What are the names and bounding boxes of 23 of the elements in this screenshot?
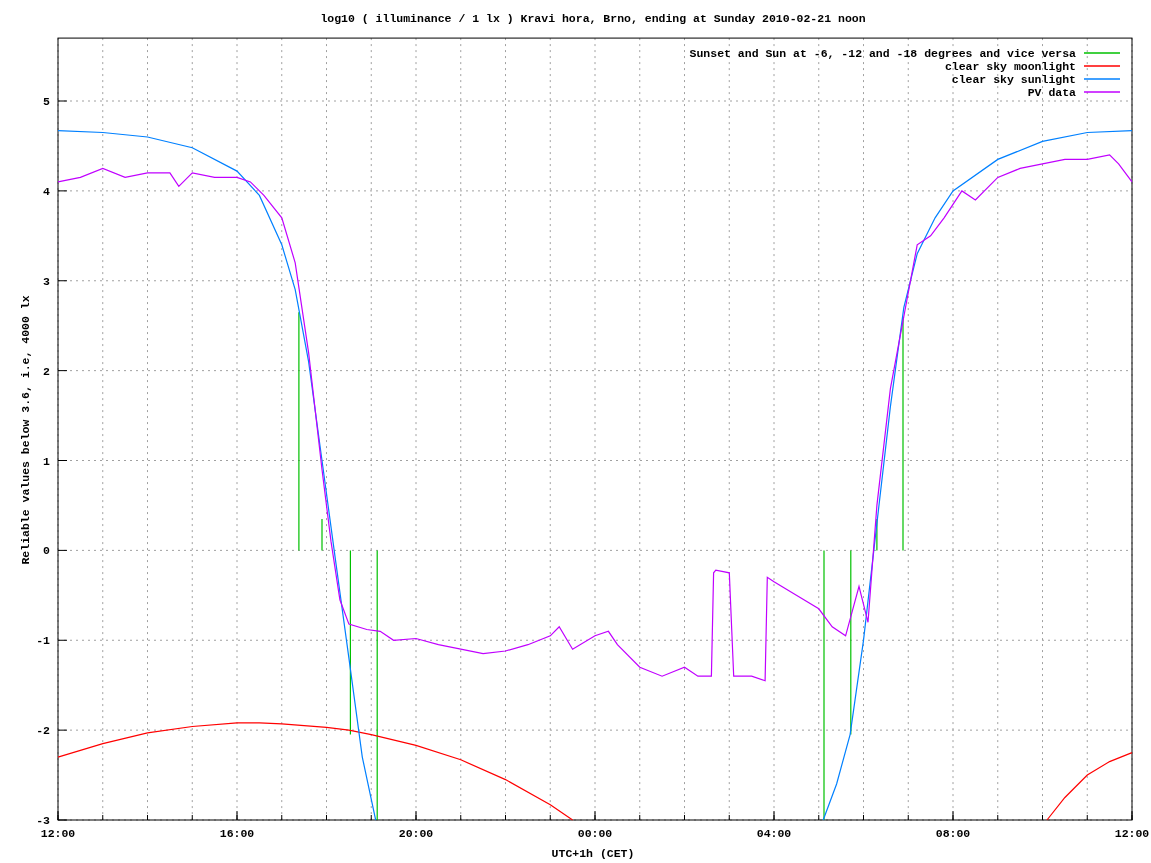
legend-label: clear sky moonlight: [944, 60, 1076, 73]
y-tick-label: -1: [36, 634, 50, 648]
x-tick-label: 04:00: [756, 827, 792, 840]
y-tick-label: 5: [43, 95, 50, 108]
y-tick-label: 1: [43, 454, 50, 468]
x-axis-label: UTC+1h (CET): [551, 847, 635, 860]
x-tick-label: 08:00: [935, 827, 971, 840]
y-tick-label: -2: [36, 724, 50, 738]
x-tick-label: 20:00: [398, 827, 434, 840]
y-tick-label: 3: [43, 274, 50, 288]
x-tick-label: 00:00: [577, 827, 613, 840]
y-tick-label: -3: [36, 814, 50, 827]
x-tick-label: 16:00: [219, 827, 255, 840]
y-axis-label: Reliable values below 3.6, i.e, 4000 lx: [19, 295, 32, 565]
x-tick-label: 12:00: [40, 827, 76, 840]
chart-title: log10 ( illuminance / 1 lx ) Kravi hora, Brno, ending at Sunday 2010-02-21 noon: [320, 12, 866, 25]
legend-label: clear sky sunlight: [951, 73, 1076, 86]
y-tick-label: 4: [43, 184, 50, 198]
legend-label: PV data: [1027, 86, 1076, 99]
x-tick-label: 12:00: [1114, 827, 1150, 840]
legend-label: Sunset and Sun at -6, -12 and -18 degrees and vice versa: [689, 47, 1076, 60]
y-tick-label: 0: [43, 544, 50, 558]
y-tick-label: 2: [43, 364, 50, 378]
